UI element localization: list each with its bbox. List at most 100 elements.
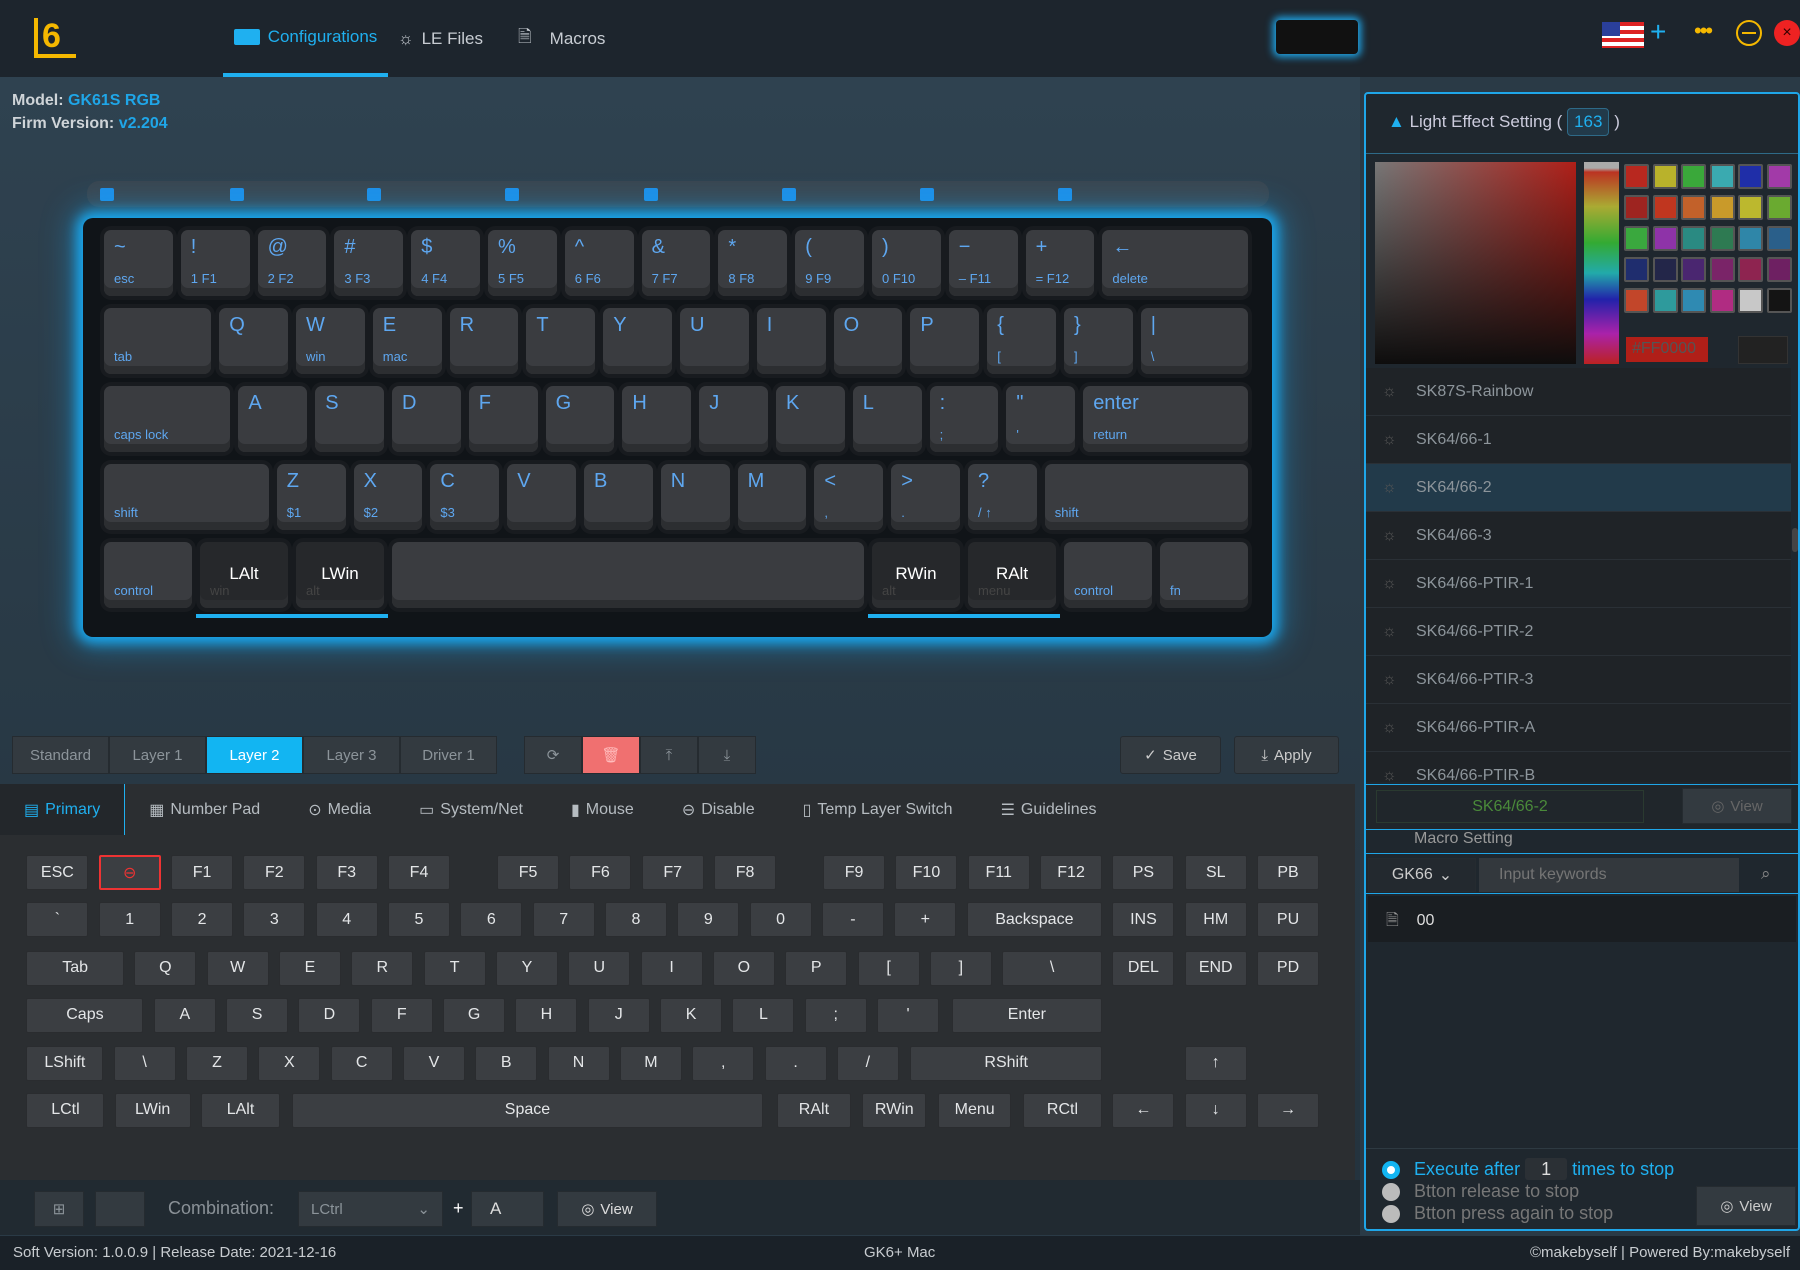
key-input[interactable]: A [471,1191,544,1227]
keycap[interactable]: {[ [987,308,1056,374]
key-button[interactable]: H [515,997,578,1033]
keycap[interactable]: <, [814,464,884,530]
keycap[interactable]: M [737,464,807,530]
color-swatch[interactable] [1652,288,1678,313]
key-button[interactable]: ↓ [1184,1092,1247,1128]
key-button[interactable]: T [423,950,486,986]
keycap[interactable]: D [392,386,461,452]
keycap[interactable]: K [776,386,845,452]
key-button[interactable]: ' [877,997,940,1033]
key-button[interactable]: HM [1184,902,1247,938]
plus-icon[interactable]: + [1650,16,1666,48]
keycap[interactable]: + = F12 [1025,230,1095,296]
key-button[interactable]: F12 [1040,855,1103,891]
keycap[interactable]: shift [104,464,269,530]
keycap[interactable]: enter return [1083,386,1248,452]
color-gradient-picker[interactable] [1375,162,1576,364]
key-button[interactable]: F7 [641,855,704,891]
eyedropper-button[interactable] [1738,336,1788,364]
key-button[interactable]: 4 [315,902,378,938]
color-swatch[interactable] [1709,257,1735,282]
color-swatch[interactable] [1681,257,1706,282]
repeat-count-input[interactable]: 1 [1525,1158,1568,1180]
key-button[interactable]: 6 [460,902,523,938]
color-swatch[interactable] [1766,288,1792,313]
color-swatch[interactable] [1766,164,1792,189]
color-swatch[interactable] [1738,226,1763,251]
keycap[interactable]: " ' [1006,386,1076,452]
effect-list-scrollbar[interactable] [1792,528,1798,552]
key-button[interactable]: N [547,1045,610,1081]
key-button[interactable]: F3 [315,855,378,891]
keycap[interactable]: @2 F2 [257,230,327,296]
key-button[interactable]: X [258,1045,321,1081]
key-button[interactable]: PU [1257,902,1320,938]
color-swatch[interactable] [1738,164,1763,189]
key-button[interactable]: Backspace [966,902,1103,938]
hue-slider[interactable] [1584,162,1619,364]
keycap[interactable]: B [584,464,653,530]
effect-view-button[interactable]: ◎ View [1682,788,1792,824]
key-button[interactable]: [ [857,950,920,986]
radio-release-stop[interactable]: Btton release to stop [1382,1180,1674,1202]
color-swatch[interactable] [1681,288,1706,313]
key-button[interactable]: 3 [243,902,306,938]
layer-tab-driver-1[interactable]: Driver 1 [400,736,497,774]
keycap[interactable]: ← delete [1102,230,1248,296]
keycap[interactable]: $4 F4 [411,230,480,296]
key-button[interactable]: W [206,950,269,986]
effect-list-item[interactable]: ☼ SK64/66-1 [1366,416,1791,464]
keyboard-device-icon[interactable] [1276,20,1358,54]
key-button[interactable]: Tab [26,950,124,986]
color-swatch[interactable] [1624,288,1649,313]
key-button[interactable]: 9 [677,902,740,938]
keycap[interactable]: & 7 F7 [641,230,711,296]
keycap[interactable]: X $2 [353,464,423,530]
keycap[interactable]: Y [603,308,672,374]
tab-number-pad[interactable]: ▦ Number Pad [125,784,284,835]
keycap[interactable]: control [104,542,192,608]
color-swatch[interactable] [1624,164,1649,189]
key-button[interactable]: LCtl [26,1092,105,1128]
color-swatch[interactable] [1709,288,1735,313]
effect-list-item[interactable]: ☼ SK64/66-PTIR-A [1366,704,1791,752]
key-button[interactable]: ; [804,997,867,1033]
key-button[interactable]: ← [1112,1092,1175,1128]
key-button[interactable]: J [587,997,650,1033]
keycap[interactable]: H [622,386,692,452]
tab-primary[interactable]: ▤ Primary [0,784,126,835]
effect-list-item[interactable]: ☼ SK64/66-PTIR-2 [1366,608,1791,656]
keycap[interactable]: J [699,386,768,452]
keycap[interactable]: }] [1064,308,1133,374]
keycap[interactable]: % 5 F5 [488,230,557,296]
key-button[interactable]: Enter [951,997,1103,1033]
key-button[interactable]: - [821,902,884,938]
upload-icon[interactable]: ⤒ [640,736,698,774]
key-button[interactable]: LShift [26,1045,104,1081]
tab-temp-layer-switch[interactable]: ▯ Temp Layer Switch [779,784,977,835]
key-button[interactable]: ` [26,902,89,938]
key-button[interactable]: F4 [388,855,450,891]
color-swatch[interactable] [1681,195,1706,220]
keycap[interactable]: U [680,308,749,374]
color-swatch[interactable] [1738,195,1763,220]
keycap[interactable]: >. [891,464,960,530]
color-swatch[interactable] [1652,226,1678,251]
keycap[interactable]: V [507,464,576,530]
key-button[interactable]: K [660,997,723,1033]
key-button[interactable]: F9 [823,855,886,891]
save-button[interactable]: ✓ Save [1120,736,1221,774]
key-button[interactable]: Q [134,950,197,986]
key-button[interactable]: F [370,997,433,1033]
keycap[interactable]: shift [1044,464,1248,530]
key-button[interactable]: O [712,950,775,986]
key-button[interactable]: → [1257,1092,1320,1128]
us-flag-icon[interactable] [1602,22,1644,48]
key-button[interactable]: Caps [26,997,144,1033]
key-button[interactable]: Space [291,1092,764,1128]
delete-icon[interactable]: 🗑 [582,736,640,774]
key-button[interactable]: PB [1257,855,1320,891]
key-button[interactable]: / [836,1045,899,1081]
keycap[interactable] [392,542,864,608]
tab-disable[interactable]: ⊖ Disable [658,784,779,835]
